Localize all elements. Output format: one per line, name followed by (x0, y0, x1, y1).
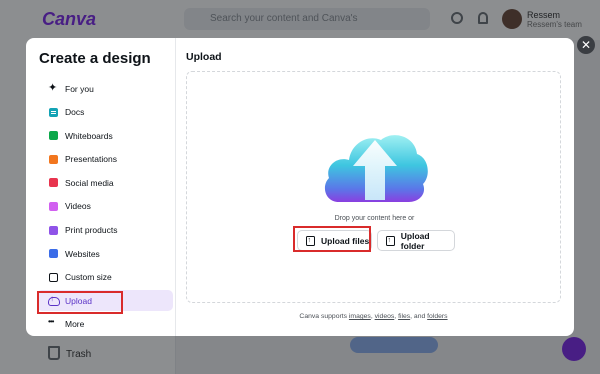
upload-dropzone[interactable]: Drop your content here or Upload files U… (186, 71, 561, 303)
nav-item-label: Videos (65, 201, 91, 212)
supports-sep: , and (410, 313, 428, 320)
nav-item-websites[interactable]: Websites (37, 243, 173, 264)
nav-item-label: Upload (65, 295, 92, 306)
social-media-icon (49, 178, 58, 188)
nav-item-docs[interactable]: Docs (37, 102, 173, 123)
nav-item-label: Websites (65, 248, 100, 259)
folders-link[interactable]: folders (427, 313, 447, 320)
docs-icon (49, 107, 58, 117)
upload-section-title: Upload (186, 51, 222, 63)
website-icon (49, 249, 58, 259)
nav-item-print-products[interactable]: Print products (37, 220, 173, 241)
nav-item-videos[interactable]: Videos (37, 196, 173, 217)
nav-item-label: Social media (65, 177, 114, 188)
supported-types-note: Canva supports images, videos, files, an… (186, 313, 561, 320)
presentation-icon (49, 154, 58, 164)
upload-icon (48, 294, 60, 307)
images-link[interactable]: images (349, 313, 371, 320)
upload-folder-label: Upload folder (400, 230, 430, 251)
nav-item-for-you[interactable]: For you (37, 78, 173, 99)
videos-link[interactable]: videos (375, 313, 395, 320)
nav-item-custom-size[interactable]: Custom size (37, 267, 173, 288)
close-button[interactable]: ✕ (577, 36, 595, 54)
nav-item-label: Presentations (65, 154, 117, 165)
create-design-modal: Create a design For you Docs Whiteboards… (26, 38, 574, 336)
modal-sidebar: Create a design For you Docs Whiteboards… (26, 38, 176, 336)
nav-item-label: More (65, 319, 85, 330)
nav-item-whiteboards[interactable]: Whiteboards (37, 125, 173, 146)
nav-item-more[interactable]: More (37, 314, 173, 335)
nav-item-label: Custom size (65, 272, 112, 283)
sparkle-icon (48, 81, 58, 94)
design-type-nav: For you Docs Whiteboards Presentations S… (37, 78, 173, 336)
more-icon (48, 317, 58, 329)
nav-item-upload[interactable]: Upload (37, 290, 173, 312)
supports-prefix: Canva supports (299, 313, 349, 320)
nav-item-label: Docs (65, 107, 85, 118)
upload-files-button[interactable]: Upload files (297, 230, 372, 251)
drop-instructions: Drop your content here or (334, 215, 415, 222)
print-icon (49, 225, 58, 235)
nav-item-label: Whiteboards (65, 130, 113, 141)
upload-folder-button[interactable]: Upload folder (377, 230, 455, 251)
nav-item-label: For you (65, 83, 94, 94)
file-upload-icon (306, 235, 315, 246)
files-link[interactable]: files (398, 313, 410, 320)
video-icon (49, 201, 58, 211)
upload-files-label: Upload files (321, 235, 370, 246)
custom-size-icon (49, 272, 58, 282)
nav-item-social-media[interactable]: Social media (37, 172, 173, 193)
nav-item-label: Print products (65, 225, 118, 236)
cloud-upload-icon (319, 122, 431, 208)
modal-title: Create a design (39, 50, 151, 67)
folder-upload-icon (386, 235, 395, 246)
nav-item-presentations[interactable]: Presentations (37, 149, 173, 170)
whiteboard-icon (49, 131, 58, 141)
